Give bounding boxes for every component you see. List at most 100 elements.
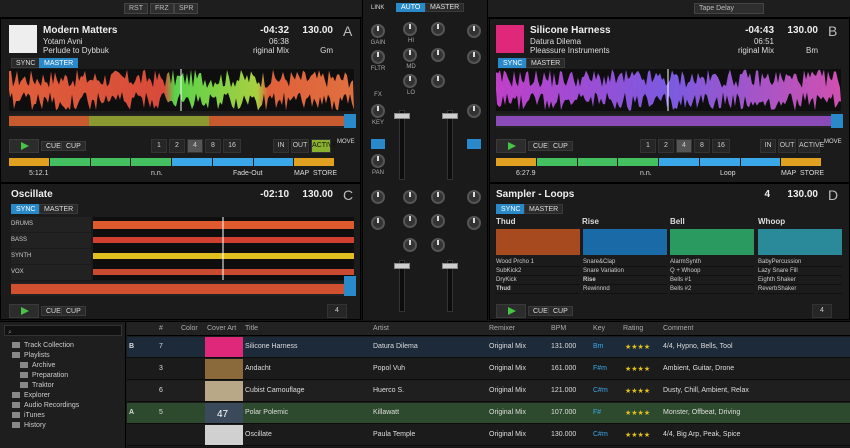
headphone-cue-b[interactable] [467,139,481,149]
loop-in-button[interactable]: IN [760,139,776,153]
headphone-cue-a[interactable] [371,139,385,149]
mid-knob-c[interactable] [403,214,417,228]
gain-knob-d[interactable] [467,190,481,204]
loop-4[interactable]: 4 [676,139,692,153]
row-rating[interactable]: ★★★★ [625,343,650,351]
gain-knob-a[interactable] [371,24,385,38]
slot-item[interactable]: Rise [583,276,667,285]
low-knob-d[interactable] [431,238,445,252]
key-lock-button[interactable] [344,114,356,128]
loop-active-button[interactable]: ACTIVE [311,139,337,153]
fader-cap[interactable] [394,113,410,119]
table-row[interactable]: B 7 Silicone Harness Datura Dilema Origi… [127,337,850,358]
loop-2[interactable]: 2 [169,139,185,153]
col-title[interactable]: Title [245,325,258,332]
slot-item[interactable]: AlarmSynth [670,258,754,267]
map-button[interactable]: MAP [294,170,309,177]
sync-button[interactable]: SYNC [498,58,528,68]
store-button[interactable]: STORE [313,170,337,177]
tree-audio-recordings[interactable]: Audio Recordings [12,402,79,409]
cup-button[interactable]: CUP [548,141,573,151]
fader-cap[interactable] [442,113,458,119]
stem-bass[interactable]: BASS [11,233,91,248]
hotcue-strip[interactable] [9,158,334,166]
col-color[interactable]: Color [181,325,198,332]
col-number[interactable]: # [159,325,163,332]
row-rating[interactable]: ★★★★ [625,431,650,439]
fader-cap[interactable] [442,263,458,269]
slot-item[interactable]: Snare&Clap [583,258,667,267]
slot-item[interactable]: DryKick [496,276,580,285]
search-input[interactable]: ⌕ [4,325,122,336]
row-rating[interactable]: ★★★★ [625,387,650,395]
loop-1[interactable]: 1 [151,139,167,153]
loop-out-button[interactable]: OUT [778,139,796,153]
mid-knob-a[interactable] [403,48,417,62]
sync-button[interactable]: SYNC [11,58,41,68]
tree-traktor[interactable]: Traktor [20,382,54,389]
slot-item[interactable]: Snare Variation [583,267,667,276]
key-lock-button[interactable] [344,276,356,296]
waveform[interactable] [9,69,354,111]
gain-knob-b[interactable] [467,24,481,38]
reset-button[interactable]: RST [124,3,148,14]
waveform[interactable] [496,69,841,111]
slot-item[interactable]: Rewinnnd [583,285,667,294]
volume-fader-c[interactable] [394,260,410,312]
low-knob-b[interactable] [431,74,445,88]
fader-cap[interactable] [394,263,410,269]
overview-waveform[interactable] [9,114,344,128]
fx-select[interactable]: Tape Delay [694,3,764,14]
tree-itunes[interactable]: iTunes [12,412,45,419]
hi-knob-c[interactable] [403,190,417,204]
slot-1-waveform[interactable] [496,229,580,255]
col-rating[interactable]: Rating [623,325,643,332]
tree-preparation[interactable]: Preparation [20,372,68,379]
low-knob-a[interactable] [403,74,417,88]
move-mode[interactable]: Fade-Out [233,170,263,177]
volume-fader-d[interactable] [442,260,458,312]
row-rating[interactable]: ★★★★ [625,409,650,417]
table-row[interactable]: A 5 47 Polar Polemic Killawatt Original … [127,403,850,424]
key-knob-b[interactable] [467,104,481,118]
loop-8[interactable]: 8 [694,139,710,153]
loop-in-button[interactable]: IN [273,139,289,153]
pan-knob-a[interactable] [371,154,385,168]
col-comment[interactable]: Comment [663,325,693,332]
key-lock-button[interactable] [831,114,843,128]
loop-8[interactable]: 8 [205,139,221,153]
gain-knob-c[interactable] [371,190,385,204]
cup-button[interactable]: CUP [61,141,86,151]
stem-synth[interactable]: SYNTH [11,249,91,264]
stem-waveforms[interactable] [93,217,354,280]
tree-playlists[interactable]: Playlists [12,352,50,359]
hotcue-strip[interactable] [496,158,821,166]
table-row[interactable]: 3 Andacht Popol Vuh Original Mix 161.000… [127,359,850,380]
loop-size[interactable]: 4 [812,304,832,318]
col-artist[interactable]: Artist [373,325,389,332]
tree-track-collection[interactable]: Track Collection [12,342,74,349]
slot-item[interactable]: Bells #1 [670,276,754,285]
play-button[interactable] [9,304,39,318]
cup-button[interactable]: CUP [548,306,573,316]
spread-button[interactable]: SPR [174,3,199,14]
loop-size[interactable]: 4 [327,304,347,318]
low-knob-c[interactable] [403,238,417,252]
filter-knob-b[interactable] [467,50,481,64]
master-button[interactable]: MASTER [526,58,566,68]
hi-knob-d[interactable] [431,190,445,204]
master-button[interactable]: MASTER [524,204,564,214]
map-button[interactable]: MAP [781,170,796,177]
link-label[interactable]: LINK [371,5,384,11]
volume-fader-a[interactable] [394,110,410,180]
tree-explorer[interactable]: Explorer [12,392,50,399]
slot-3-waveform[interactable] [670,229,754,255]
loop-16[interactable]: 16 [223,139,241,153]
loop-16[interactable]: 16 [712,139,730,153]
master-button[interactable]: MASTER [39,204,79,214]
tree-history[interactable]: History [12,422,46,429]
filter-knob-c[interactable] [371,216,385,230]
slot-item[interactable]: Thud [496,285,580,294]
loop-2[interactable]: 2 [658,139,674,153]
filter-knob-a[interactable] [371,50,385,64]
